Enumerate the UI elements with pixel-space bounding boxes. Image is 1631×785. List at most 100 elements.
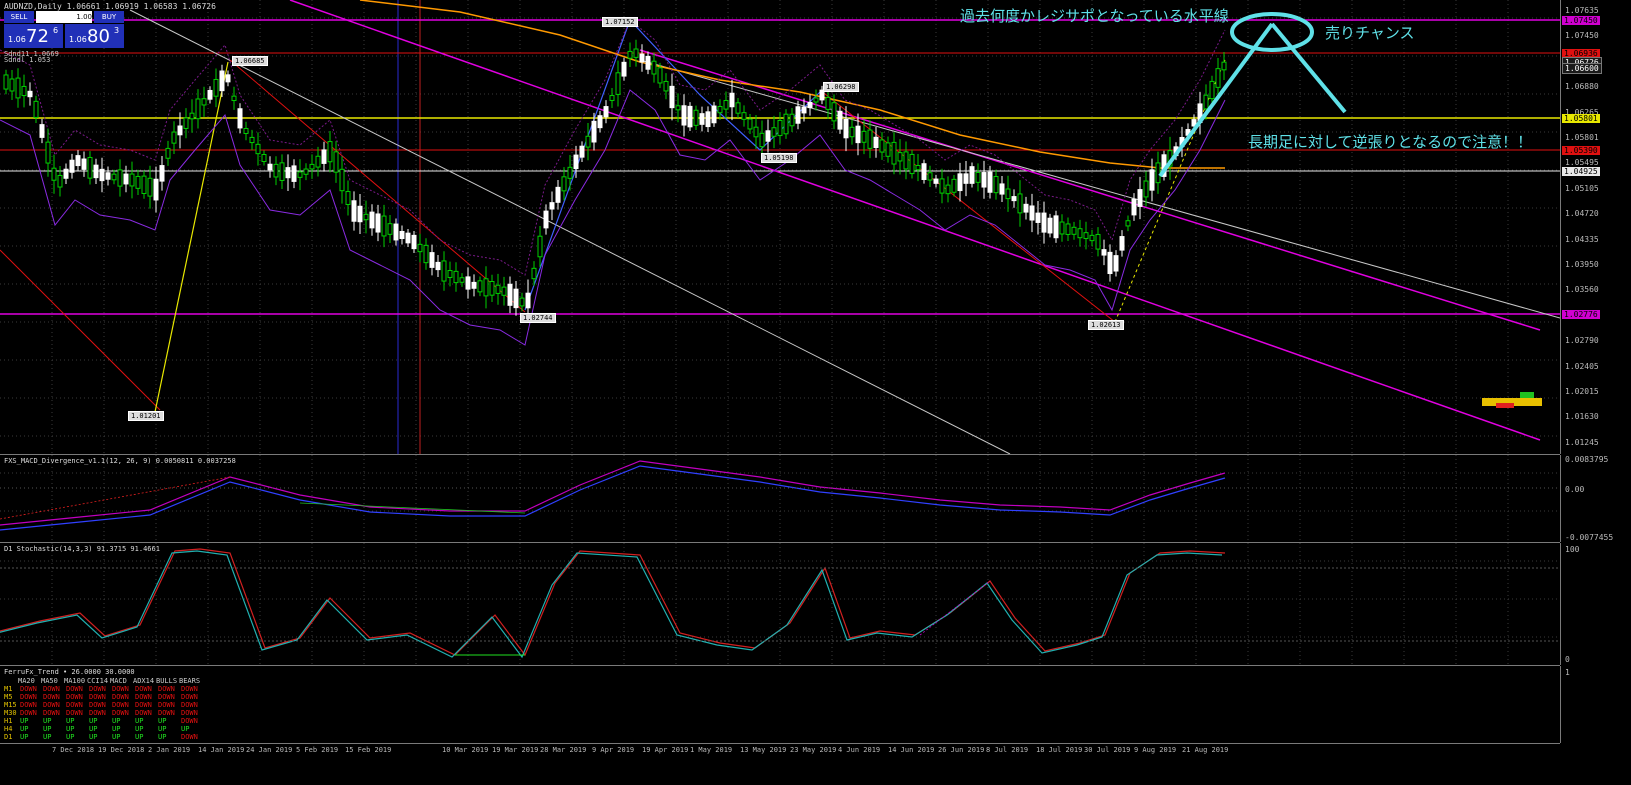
candle-body <box>417 243 423 253</box>
candle-body <box>507 283 513 306</box>
candle-body <box>603 106 609 118</box>
trend-cell: DOWN <box>158 709 175 717</box>
stochastic-pane[interactable]: D1 Stochastic(14,3,3) 91.3715 91.4661 <box>0 543 1560 666</box>
trend-cell: UP <box>66 733 75 741</box>
trend-cell: UP <box>112 717 121 725</box>
buy-price-sup: 3 <box>114 26 120 35</box>
trend-table-header: MA20 MA50 MA100 CCI14 MACD ADX14 BULLS BEARS <box>4 677 204 685</box>
candle-body <box>549 202 555 210</box>
trend-row: D1 UP UP UP UP UP UP UP DOWN <box>4 733 204 741</box>
zigzag-blue <box>524 18 821 311</box>
candle-body <box>447 270 453 278</box>
zigzag-label-may: 1.06298 <box>823 82 859 92</box>
trend-header-cell: MACD <box>110 677 127 685</box>
buy-quote[interactable]: 1.06 80 3 <box>65 24 124 48</box>
candle-body <box>339 168 345 192</box>
lot-quantity-input[interactable]: 1.00 <box>36 11 92 23</box>
candle-body <box>477 280 483 293</box>
candle-body <box>45 141 51 164</box>
trend-cell: UP <box>112 725 121 733</box>
candle-body <box>345 191 351 205</box>
trend-cell: DOWN <box>135 693 152 701</box>
candle-body <box>1131 198 1137 216</box>
candle-body <box>903 151 909 170</box>
sell-button[interactable]: SELL <box>4 11 34 23</box>
candle-body <box>615 72 621 95</box>
trend-pane[interactable]: FerruFx_Trend • 26.0000 30.0000 MA20 MA50… <box>0 666 1560 744</box>
price-axis-label: 1.01630 <box>1565 412 1599 422</box>
sell-price-prefix: 1.06 <box>8 35 26 44</box>
candle-body <box>879 139 885 153</box>
candle-body <box>63 168 69 179</box>
candle-body <box>921 163 927 180</box>
price-axis[interactable]: 1.076351.074501.072651.068801.062651.058… <box>1560 0 1631 454</box>
time-axis-label: 15 Feb 2019 <box>345 746 392 754</box>
candle-body <box>123 173 129 185</box>
candle-body <box>237 108 243 129</box>
candle-body <box>807 101 813 109</box>
candle-body <box>543 210 549 229</box>
trend-header-cell: BEARS <box>179 677 201 685</box>
candle-body <box>1125 220 1131 227</box>
candle-body <box>387 223 393 235</box>
time-axis[interactable]: 7 Dec 2018 19 Dec 2018 2 Jan 2019 14 Jan 20… <box>0 744 1560 785</box>
candle-body <box>597 115 603 129</box>
trend-cell: UP <box>43 733 52 741</box>
candle-body <box>519 297 525 307</box>
time-axis-label: 21 Aug 2019 <box>1182 746 1229 754</box>
sell-quote[interactable]: 1.06 72 6 <box>4 24 63 48</box>
envelope-purple-upper <box>0 19 1226 276</box>
trend-cell: DOWN <box>158 685 175 693</box>
candle-body <box>573 154 579 170</box>
candle-body <box>1071 226 1077 235</box>
trend-cell: DOWN <box>112 709 129 717</box>
candle-body <box>357 205 363 223</box>
candle-body <box>411 234 417 250</box>
candle-body <box>333 151 339 173</box>
candle-body <box>399 230 405 240</box>
trend-cell: DOWN <box>181 685 198 693</box>
candle-body <box>225 74 231 83</box>
candle-body <box>525 292 531 309</box>
main-chart-canvas <box>0 0 1560 454</box>
trend-cell: UP <box>89 725 98 733</box>
trend-row: M30 DOWN DOWN DOWN DOWN DOWN DOWN DOWN DOWN <box>4 709 204 717</box>
macd-pane[interactable]: FXS_MACD_Divergence_v1.1(12, 26, 9) 0.00… <box>0 455 1560 543</box>
time-axis-label: 30 Jul 2019 <box>1084 746 1131 754</box>
candle-body <box>81 158 87 170</box>
candle-body <box>285 167 291 179</box>
candle-body <box>483 278 489 297</box>
candle-body <box>825 96 831 110</box>
time-axis-label: 10 Mar 2019 <box>442 746 489 754</box>
trend-cell: UP <box>158 717 167 725</box>
candle-body <box>651 60 657 75</box>
candle-body <box>1155 162 1161 184</box>
candle-body <box>195 98 201 120</box>
candle-body <box>777 119 783 137</box>
trend-header-cell: CCI14 <box>87 677 109 685</box>
candle-body <box>897 152 903 162</box>
main-chart-pane[interactable]: AUDNZD,Daily 1.06661 1.06919 1.06583 1.0… <box>0 0 1560 455</box>
candle-body <box>1077 228 1083 239</box>
candle-body <box>111 173 117 181</box>
buy-button[interactable]: BUY <box>94 11 124 23</box>
trend-cell: UP <box>66 725 75 733</box>
candle-body <box>645 55 651 70</box>
trend-header-cell: MA20 <box>18 677 35 685</box>
candle-body <box>957 173 963 192</box>
candle-body <box>933 178 939 184</box>
trendline-white-channel <box>639 59 1560 319</box>
candle-body <box>201 98 207 106</box>
candle-body <box>291 165 297 182</box>
trend-cell: DOWN <box>89 685 106 693</box>
candle-body <box>57 174 63 188</box>
time-axis-label: 26 Jun 2019 <box>938 746 985 754</box>
stochastic-axis-100: 100 <box>1565 545 1580 554</box>
trend-title: FerruFx_Trend • 26.0000 30.0000 <box>4 668 135 676</box>
candle-body <box>681 105 687 126</box>
trend-cell: UP <box>112 733 121 741</box>
candle-body <box>735 102 741 114</box>
trend-cell: UP <box>135 725 144 733</box>
trend-cell: UP <box>181 725 190 733</box>
candle-body <box>1107 251 1113 275</box>
